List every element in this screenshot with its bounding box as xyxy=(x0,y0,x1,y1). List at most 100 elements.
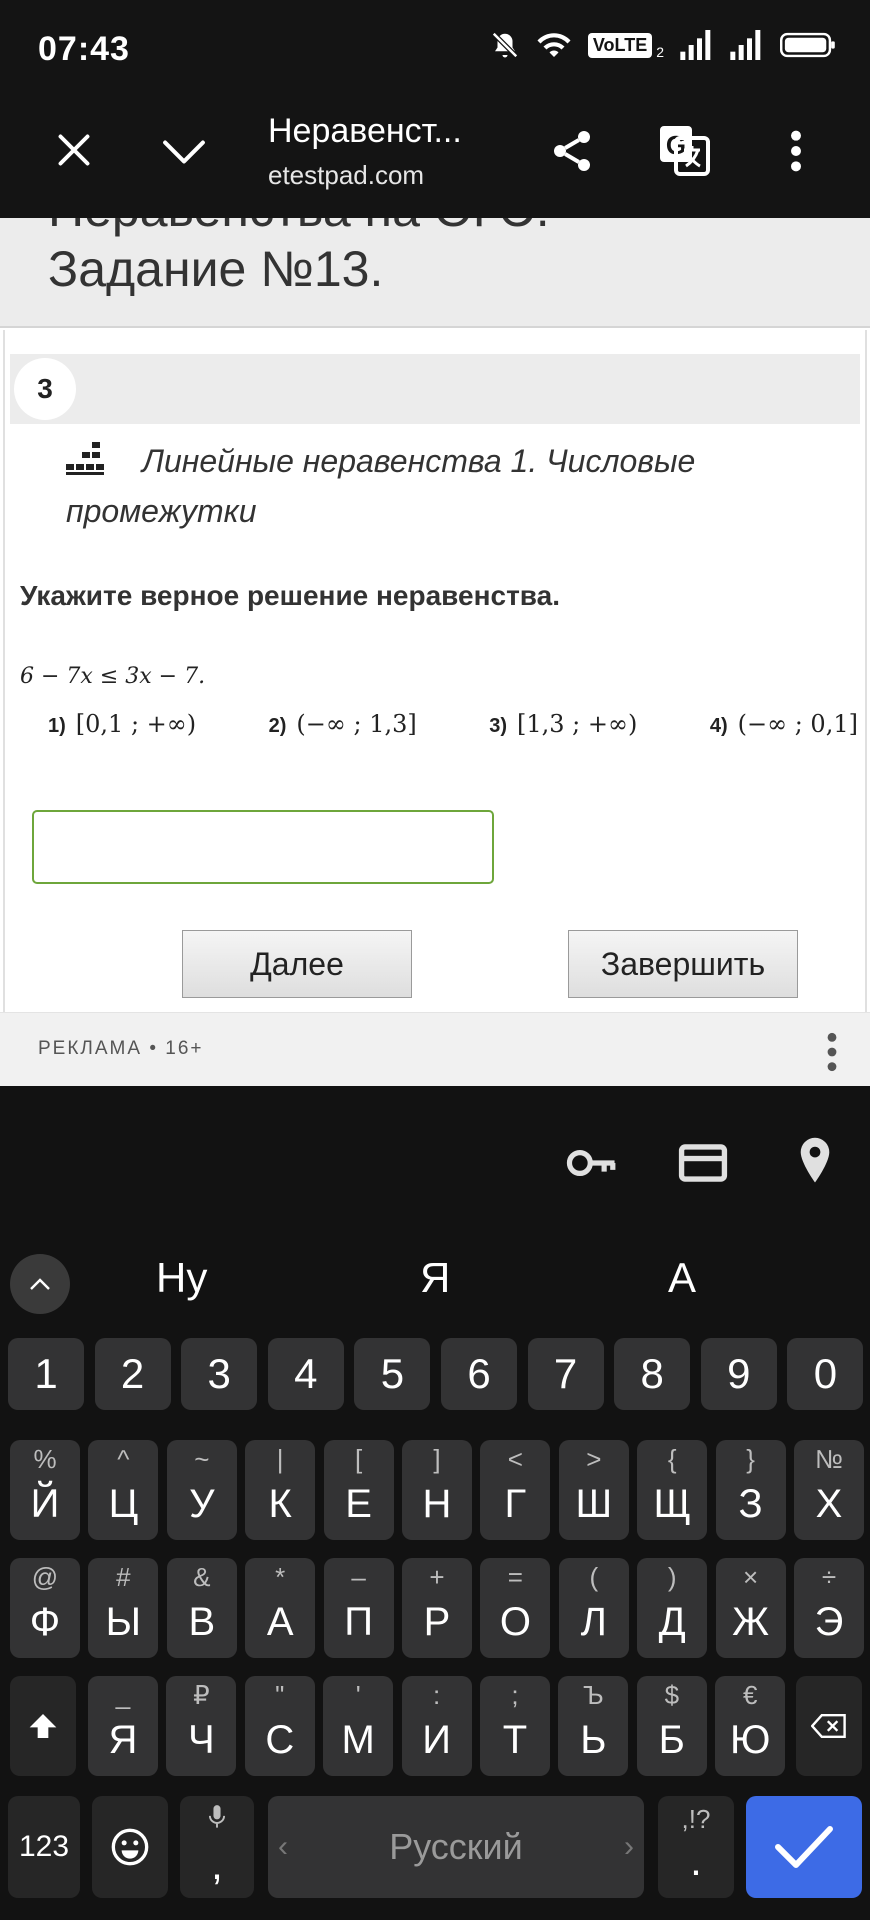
key-digit-9[interactable]: 9 xyxy=(700,1338,777,1410)
key-row1-2[interactable]: ~ У xyxy=(166,1440,237,1540)
key-row1-10[interactable]: № Х xyxy=(794,1440,864,1540)
key-alt-label: | xyxy=(276,1444,284,1474)
emoji-key[interactable] xyxy=(92,1796,168,1898)
backspace-key[interactable] xyxy=(796,1676,862,1776)
key-alt-label: ( xyxy=(589,1562,599,1592)
translate-icon[interactable]: G xyxy=(656,122,712,178)
answer-options: 1) [0,1 ; +∞) 2) (−∞ ; 1,3] 3) [1,3 ; +∞) 4… xyxy=(48,710,858,738)
key-digit-3[interactable]: 3 xyxy=(181,1338,258,1410)
key-row1-4[interactable]: [Е xyxy=(323,1440,394,1540)
key-alt-label: : xyxy=(432,1680,441,1710)
key-row3-2[interactable]: " С xyxy=(244,1676,315,1776)
key-row1-3[interactable]: | К xyxy=(245,1440,316,1540)
key-row1-6[interactable]: < Г xyxy=(480,1440,551,1540)
key-alt-label: № xyxy=(815,1444,843,1474)
sim-index: 2 xyxy=(656,44,664,60)
key-alt-label: ^ xyxy=(117,1444,130,1474)
next-button[interactable]: Далее xyxy=(182,930,412,998)
key-label: 0 xyxy=(813,1350,838,1397)
close-icon[interactable] xyxy=(56,132,92,168)
key-row3-6[interactable]: ЪЬ xyxy=(558,1676,629,1776)
microphone-icon xyxy=(208,1805,226,1828)
key-row2-6[interactable]: = О xyxy=(480,1558,551,1658)
key-alt-label: * xyxy=(275,1562,286,1592)
key-digit-0[interactable]: 0 xyxy=(787,1338,864,1410)
key-alt-label: Ъ xyxy=(583,1680,604,1710)
symbols-key[interactable]: 123 xyxy=(8,1796,80,1898)
key-label: . xyxy=(690,1837,702,1884)
key-digit-6[interactable]: 6 xyxy=(441,1338,517,1410)
card-icon[interactable] xyxy=(678,1142,728,1184)
key-digit-2[interactable]: 2 xyxy=(94,1338,171,1410)
ad-menu-icon[interactable] xyxy=(822,1030,842,1074)
period-key[interactable]: ,!?. xyxy=(658,1796,734,1898)
share-icon[interactable] xyxy=(548,126,596,176)
key-row1-1[interactable]: ^ Ц xyxy=(88,1440,159,1540)
key-label: О xyxy=(499,1599,531,1644)
key-row2-3[interactable]: * А xyxy=(245,1558,316,1658)
signal-icon-2 xyxy=(730,30,761,60)
key-row2-1[interactable]: # Ы xyxy=(88,1558,159,1658)
key-row2-10[interactable]: ÷ Э xyxy=(794,1558,864,1658)
key-label: 9 xyxy=(727,1350,751,1397)
suggestion-2[interactable]: Я xyxy=(420,1254,450,1302)
key-row2-7[interactable]: (Л xyxy=(558,1558,629,1658)
key-label: 6 xyxy=(467,1350,491,1397)
key-digit-8[interactable]: 8 xyxy=(614,1338,691,1410)
suggestion-1[interactable]: Ну xyxy=(156,1254,207,1302)
key-row2-5[interactable]: + Р xyxy=(402,1558,472,1658)
key-row2-0[interactable]: @ Ф xyxy=(10,1558,80,1658)
key-label: Р xyxy=(423,1599,451,1644)
answer-input[interactable] xyxy=(32,810,494,884)
key-label: А xyxy=(266,1599,294,1644)
key-row1-0[interactable]: % Й xyxy=(10,1440,80,1540)
status-time: 07:43 xyxy=(38,30,130,68)
key-row2-4[interactable]: – П xyxy=(323,1558,394,1658)
suggestion-3[interactable]: А xyxy=(668,1254,696,1302)
key-row1-8[interactable]: {Щ xyxy=(637,1440,708,1540)
key-row1-9[interactable]: } З xyxy=(715,1440,786,1540)
key-digit-1[interactable]: 1 xyxy=(8,1338,84,1410)
expand-suggestions-button[interactable] xyxy=(10,1254,70,1314)
key-row3-7[interactable]: $ Б xyxy=(636,1676,707,1776)
key-label: Л xyxy=(580,1599,607,1644)
key-label: Й xyxy=(30,1481,60,1526)
key-label: Я xyxy=(108,1717,138,1762)
space-key[interactable]: ‹ › Русский xyxy=(268,1796,644,1898)
ad-label: РЕКЛАМА • 16+ xyxy=(38,1038,204,1059)
key-alt-label: ) xyxy=(667,1562,677,1592)
key-digit-5[interactable]: 5 xyxy=(354,1338,431,1410)
key-label: Ы xyxy=(105,1599,142,1644)
chevron-down-icon[interactable] xyxy=(162,138,206,166)
key-row3-4[interactable]: :И xyxy=(401,1676,472,1776)
chevron-up-icon xyxy=(30,1278,50,1290)
enter-key[interactable] xyxy=(746,1796,862,1898)
key-digit-4[interactable]: 4 xyxy=(267,1338,344,1410)
key-row2-9[interactable]: × Ж xyxy=(715,1558,786,1658)
key-digit-7[interactable]: 7 xyxy=(527,1338,604,1410)
finish-button[interactable]: Завершить xyxy=(568,930,798,998)
key-row1-5[interactable]: ] Н xyxy=(402,1440,472,1540)
key-alt-label: ' xyxy=(355,1680,361,1710)
option-2: 2) (−∞ ; 1,3] xyxy=(268,710,417,738)
battery-icon xyxy=(780,32,835,58)
comma-key[interactable]: , xyxy=(180,1796,254,1898)
key-row2-2[interactable]: & В xyxy=(166,1558,237,1658)
key-row3-3[interactable]: ' М xyxy=(323,1676,394,1776)
more-vert-icon[interactable] xyxy=(780,128,812,174)
key-label: Г xyxy=(504,1481,527,1526)
key-password-icon[interactable] xyxy=(566,1142,618,1184)
shift-key[interactable] xyxy=(10,1676,76,1776)
key-alt-label: = xyxy=(507,1562,523,1592)
key-row2-8[interactable]: ) Д xyxy=(637,1558,708,1658)
key-label: Щ xyxy=(653,1481,691,1526)
key-alt-label: _ xyxy=(115,1680,131,1710)
key-row3-1[interactable]: ₽ Ч xyxy=(166,1676,237,1776)
key-row1-7[interactable]: > Ш xyxy=(558,1440,629,1540)
key-row3-8[interactable]: € Ю xyxy=(715,1676,786,1776)
key-label: В xyxy=(188,1599,216,1644)
topic-link[interactable]: Линейные неравенства 1. Числовые промежу… xyxy=(66,436,766,536)
key-row3-0[interactable]: _ Я xyxy=(88,1676,158,1776)
location-pin-icon[interactable] xyxy=(796,1136,834,1186)
key-row3-5[interactable]: ; Т xyxy=(480,1676,550,1776)
